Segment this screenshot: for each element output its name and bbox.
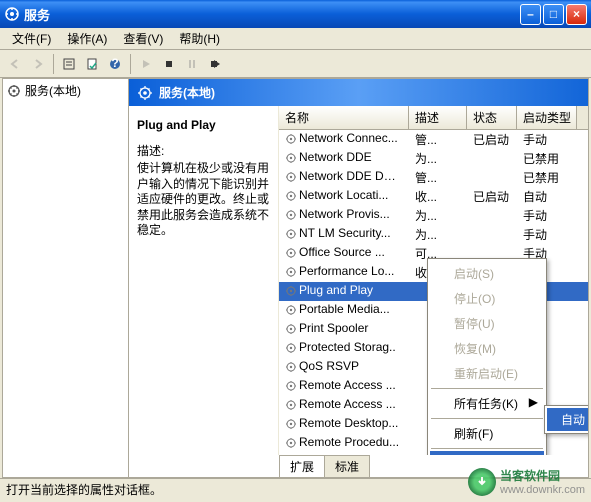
menu-bar: 文件(F) 操作(A) 查看(V) 帮助(H) [0, 28, 591, 50]
menu-view[interactable]: 查看(V) [115, 28, 171, 49]
export-button[interactable] [81, 53, 103, 75]
toolbar-separator [53, 54, 54, 74]
service-row[interactable]: Network DDE为...已禁用 [279, 149, 588, 168]
gear-icon [285, 418, 297, 430]
col-status[interactable]: 状态 [467, 106, 517, 129]
ctx-resume[interactable]: 恢复(M) [430, 336, 544, 361]
window-title: 服务 [24, 5, 520, 24]
gear-icon [7, 84, 21, 98]
close-button[interactable]: × [566, 4, 587, 25]
context-menu: 启动(S) 停止(O) 暂停(U) 恢复(M) 重新启动(E) 所有任务(K)▶… [427, 258, 547, 455]
toolbar: ? [0, 50, 591, 78]
gear-icon [285, 361, 297, 373]
svg-text:?: ? [111, 57, 118, 70]
ctx-stop[interactable]: 停止(O) [430, 286, 544, 311]
service-row[interactable]: NT LM Security...为...手动 [279, 225, 588, 244]
ctx-properties[interactable]: 属性(R) 自动 [430, 451, 544, 455]
submenu-auto[interactable]: 自动 [547, 408, 588, 431]
tree-root-item[interactable]: 服务(本地) [5, 81, 126, 100]
gear-icon [285, 285, 297, 297]
content-header: 服务(本地) [129, 79, 588, 106]
gear-icon [285, 323, 297, 335]
back-button[interactable] [4, 53, 26, 75]
watermark-text: 当客软件园 [500, 469, 560, 483]
selected-service-name: Plug and Play [137, 118, 270, 132]
ctx-separator [431, 418, 543, 419]
ctx-restart[interactable]: 重新启动(E) [430, 361, 544, 386]
tab-standard[interactable]: 标准 [324, 455, 370, 477]
gear-icon [285, 266, 297, 278]
gear-icon [285, 152, 297, 164]
ctx-start[interactable]: 启动(S) [430, 261, 544, 286]
col-startup[interactable]: 启动类型 [517, 106, 577, 129]
minimize-button[interactable]: – [520, 4, 541, 25]
chevron-right-icon: ▶ [529, 395, 538, 409]
gear-icon [285, 209, 297, 221]
ctx-pause[interactable]: 暂停(U) [430, 311, 544, 336]
menu-file[interactable]: 文件(F) [4, 28, 59, 49]
gear-icon [285, 171, 297, 183]
col-desc[interactable]: 描述 [409, 106, 467, 129]
start-button[interactable] [135, 53, 157, 75]
ctx-separator [431, 388, 543, 389]
menu-action[interactable]: 操作(A) [59, 28, 115, 49]
service-row[interactable]: Network DDE DSDM管...已禁用 [279, 168, 588, 187]
restart-button[interactable] [204, 53, 226, 75]
column-headers: 名称 描述 状态 启动类型 [279, 106, 588, 130]
stop-button[interactable] [158, 53, 180, 75]
gear-icon [285, 190, 297, 202]
service-row[interactable]: Network Connec...管...已启动手动 [279, 130, 588, 149]
status-text: 打开当前选择的属性对话框。 [6, 483, 162, 497]
watermark-logo-icon [468, 468, 496, 496]
app-icon [4, 6, 20, 22]
gear-icon [285, 304, 297, 316]
watermark-url: www.downkr.com [500, 484, 585, 496]
main-area: 服务(本地) 服务(本地) Plug and Play 描述: 使计算机在极少或… [2, 78, 589, 478]
watermark: 当客软件园 www.downkr.com [468, 467, 585, 496]
gear-icon [285, 399, 297, 411]
description-text: 使计算机在极少或没有用户输入的情况下能识别并适应硬件的更改。终止或禁用此服务会造… [137, 161, 270, 239]
service-list: 名称 描述 状态 启动类型 Network Connec...管...已启动手动… [279, 106, 588, 455]
gear-icon [285, 247, 297, 259]
startup-submenu: 自动 [544, 405, 588, 434]
ctx-separator [431, 448, 543, 449]
gear-icon [285, 380, 297, 392]
menu-help[interactable]: 帮助(H) [171, 28, 228, 49]
description-label: 描述: [137, 142, 270, 159]
content-pane: 服务(本地) Plug and Play 描述: 使计算机在极少或没有用户输入的… [129, 79, 588, 477]
toolbar-separator [130, 54, 131, 74]
service-row[interactable]: Network Locati...收...已启动自动 [279, 187, 588, 206]
gear-icon [285, 228, 297, 240]
gear-icon [285, 437, 297, 449]
tree-pane: 服务(本地) [3, 79, 129, 477]
tree-root-label: 服务(本地) [25, 82, 81, 99]
gear-icon [285, 342, 297, 354]
title-bar: 服务 – □ × [0, 0, 591, 28]
pause-button[interactable] [181, 53, 203, 75]
service-row[interactable]: Network Provis...为...手动 [279, 206, 588, 225]
properties-button[interactable] [58, 53, 80, 75]
forward-button[interactable] [27, 53, 49, 75]
ctx-refresh[interactable]: 刷新(F) [430, 421, 544, 446]
ctx-all-tasks[interactable]: 所有任务(K)▶ [430, 391, 544, 416]
help-button[interactable]: ? [104, 53, 126, 75]
gear-icon [137, 85, 153, 101]
maximize-button[interactable]: □ [543, 4, 564, 25]
detail-pane: Plug and Play 描述: 使计算机在极少或没有用户输入的情况下能识别并… [129, 106, 279, 455]
tab-extended[interactable]: 扩展 [279, 455, 325, 477]
gear-icon [285, 133, 297, 145]
col-name[interactable]: 名称 [279, 106, 409, 129]
